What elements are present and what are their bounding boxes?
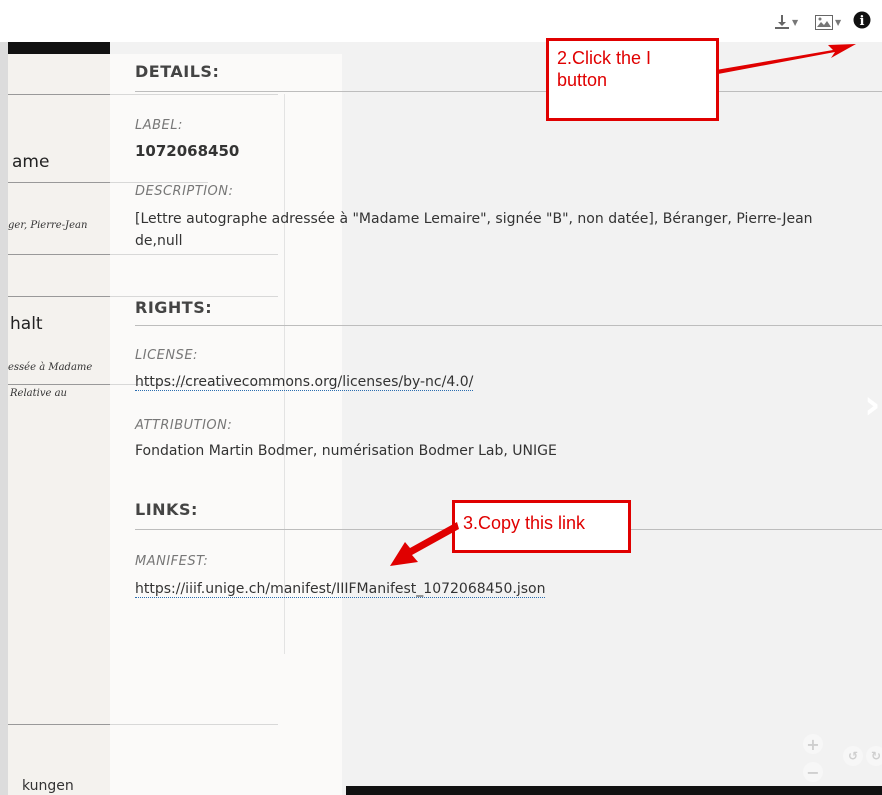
image-viewer[interactable]: ame ger, Pierre-Jean halt essée à Madame…	[0, 42, 882, 795]
rotate-left-icon[interactable]: ↺	[843, 746, 863, 766]
document-edge	[8, 42, 110, 54]
image-options-button[interactable]: ▼	[815, 12, 841, 32]
callout-text: 3.Copy this link	[463, 513, 586, 533]
divider	[135, 325, 882, 326]
chevron-down-icon: ▼	[792, 17, 799, 27]
download-button[interactable]: ▼	[774, 12, 798, 32]
document-handwriting: essée à Madame	[8, 362, 93, 373]
next-page-icon[interactable]: ›	[864, 382, 880, 428]
top-toolbar: ▼ ▼ i	[0, 0, 882, 42]
attribution-value: Fondation Martin Bodmer, numérisation Bo…	[135, 443, 557, 459]
download-icon	[775, 15, 789, 29]
attribution-caption: ATTRIBUTION:	[135, 418, 233, 433]
image-icon	[815, 14, 833, 30]
info-icon: i	[853, 11, 871, 29]
divider	[135, 91, 882, 92]
zoom-in-button[interactable]: +	[803, 734, 823, 754]
callout-text: 2.Click the I	[557, 48, 652, 68]
label-caption: LABEL:	[135, 118, 183, 133]
rights-heading: RIGHTS:	[135, 298, 213, 317]
description-value: [Lettre autographe adressée à "Madame Le…	[135, 211, 813, 249]
chevron-down-icon: ▼	[835, 17, 842, 27]
document-text: kungen	[22, 778, 74, 794]
license-link[interactable]: https://creativecommons.org/licenses/by-…	[135, 374, 474, 391]
description-caption: DESCRIPTION:	[135, 184, 234, 199]
manifest-link-wrap: https://iiif.unige.ch/manifest/IIIFManif…	[135, 578, 546, 600]
license-caption: LICENSE:	[135, 348, 198, 363]
manifest-link[interactable]: https://iiif.unige.ch/manifest/IIIFManif…	[135, 581, 546, 598]
label-value: 1072068450	[135, 142, 240, 160]
document-text: ame	[12, 152, 50, 172]
rotate-right-icon[interactable]: ↻	[866, 746, 882, 766]
viewer-bottom-edge	[346, 786, 882, 795]
svg-text:i: i	[860, 14, 865, 29]
manifest-caption: MANIFEST:	[135, 554, 209, 569]
links-heading: LINKS:	[135, 500, 198, 519]
document-handwriting: Relative au	[10, 388, 67, 399]
document-handwriting: ger, Pierre-Jean	[8, 220, 88, 231]
callout-text: button	[557, 70, 608, 90]
details-heading: DETAILS:	[135, 62, 220, 81]
info-button[interactable]: i	[853, 10, 871, 30]
annotation-callout-info: 2.Click the I button	[546, 38, 719, 121]
annotation-callout-copy: 3.Copy this link	[452, 500, 631, 553]
document-text: halt	[10, 314, 43, 334]
license-link-wrap: https://creativecommons.org/licenses/by-…	[135, 371, 474, 393]
zoom-out-button[interactable]: −	[803, 762, 823, 782]
